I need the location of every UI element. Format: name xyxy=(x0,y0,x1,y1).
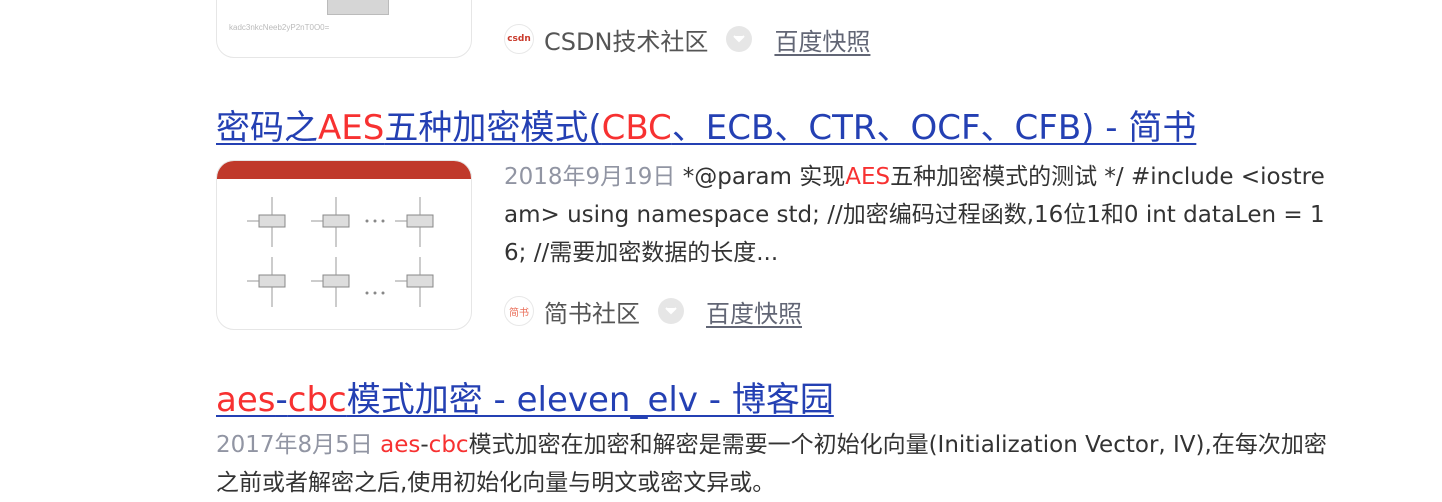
title-highlight: CBC xyxy=(601,108,672,148)
csdn-logo-icon: csdn xyxy=(504,24,534,54)
title-text: 、ECB、CTR、OCF、CFB) - 简书 xyxy=(671,108,1197,148)
source-name[interactable]: 简书社区 xyxy=(544,294,640,329)
snippet-text: - xyxy=(420,432,429,458)
snippet-text: *@param 实现 xyxy=(675,164,846,190)
result-title-link[interactable]: 密码之AES五种加密模式(CBC、ECB、CTR、OCF、CFB) - 简书 xyxy=(216,100,1196,149)
title-highlight: cbc xyxy=(287,380,347,420)
block-diagram-thumbnail xyxy=(217,161,471,307)
cache-link[interactable]: 百度快照 xyxy=(774,22,870,57)
cache-link[interactable]: 百度快照 xyxy=(706,294,802,329)
result-date: 2018年9月19日 xyxy=(504,164,676,190)
thumbnail-caption: kadc3nkcNeeb2yP2nT0O0= xyxy=(229,23,330,32)
source-name[interactable]: CSDN技术社区 xyxy=(544,22,708,57)
title-text: 模式加密 - eleven_elv - 博客园 xyxy=(346,380,834,420)
result-title-link[interactable]: aes-cbc模式加密 - eleven_elv - 博客园 xyxy=(216,372,834,421)
jianshu-logo-icon: 简书 xyxy=(504,296,534,326)
chevron-down-icon[interactable] xyxy=(726,26,753,52)
snippet-highlight: aes xyxy=(380,432,421,458)
result-thumbnail[interactable]: kadc3nkcNeeb2yP2nT0O0= xyxy=(216,0,472,58)
title-text: 五种加密模式( xyxy=(384,108,602,148)
thumbnail-image xyxy=(327,0,389,15)
title-highlight: aes xyxy=(216,380,276,420)
source-row: 简书 简书社区 百度快照 xyxy=(504,294,802,328)
snippet-highlight: AES xyxy=(845,164,891,190)
chevron-down-icon[interactable] xyxy=(658,298,684,324)
title-highlight: AES xyxy=(318,108,385,148)
source-row: csdn CSDN技术社区 百度快照 xyxy=(504,22,870,56)
result-date: 2017年8月5日 xyxy=(216,432,373,458)
result-thumbnail[interactable] xyxy=(216,160,472,330)
result-snippet: 2017年8月5日 aes-cbc模式加密在加密和解密是需要一个初始化向量(In… xyxy=(216,426,1334,502)
title-text: 密码之 xyxy=(216,108,318,148)
title-text: - xyxy=(275,380,288,420)
result-snippet: 2018年9月19日 *@param 实现AES五种加密模式的测试 */ #in… xyxy=(504,158,1334,272)
snippet-highlight: cbc xyxy=(428,432,469,458)
